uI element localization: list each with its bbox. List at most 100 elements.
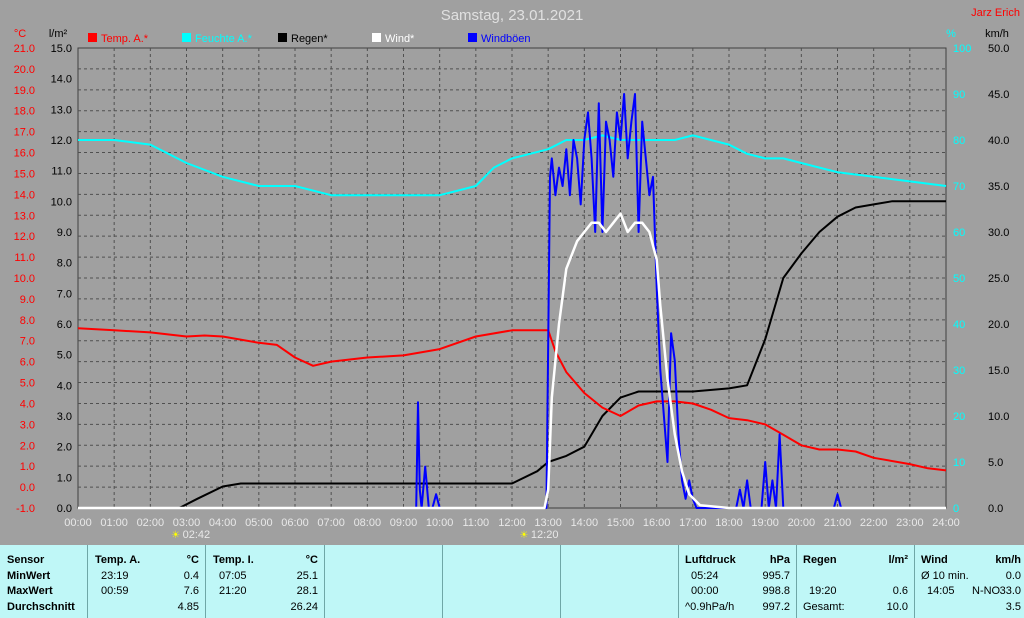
temp-tick-label: 20.0: [14, 64, 35, 76]
rain-max-time: 19:20: [809, 585, 837, 597]
humidity-tick-label: 20: [953, 411, 965, 423]
legend-label: Feuchte A.*: [195, 33, 253, 45]
row-min-label: MinWert: [7, 570, 51, 582]
unit-wind-label: km/h: [985, 28, 1009, 40]
temp-tick-label: 15.0: [14, 168, 35, 180]
x-tick-label: 16:00: [643, 517, 671, 529]
x-tick-label: 12:00: [498, 517, 526, 529]
rain-tick-label: 8.0: [57, 258, 72, 270]
temp-tick-label: 2.0: [20, 440, 35, 452]
rain-tick-label: 7.0: [57, 288, 72, 300]
temp-i-header: Temp. I.: [213, 554, 254, 566]
pressure-unit: hPa: [769, 554, 790, 566]
pressure-max-value: 998.8: [762, 585, 790, 597]
col-temp-outside: Temp. A. °C 23:19 0.4 00:59 7.6 4.85: [87, 545, 205, 618]
wind-tick-label: 10.0: [988, 411, 1009, 423]
temp-tick-label: 12.0: [14, 231, 35, 243]
x-tick-label: 11:00: [462, 517, 489, 529]
pressure-avg-value: 997.2: [762, 601, 790, 613]
x-tick-label: 17:00: [679, 517, 707, 529]
legend-swatch: [278, 33, 287, 42]
rain-tick-label: 13.0: [51, 104, 72, 116]
humidity-tick-label: 40: [953, 319, 965, 331]
rain-total-value: 10.0: [886, 601, 908, 613]
wind-tick-label: 5.0: [988, 457, 1003, 469]
col-rain: Regen l/m² 19:20 0.6 Gesamt: 10.0: [796, 545, 914, 618]
legend-label: Wind*: [385, 33, 415, 45]
temp-a-unit: °C: [186, 554, 199, 566]
sun-icon: ☀: [171, 530, 180, 541]
temp-tick-label: 18.0: [14, 106, 35, 118]
temp-a-max-value: 7.6: [183, 585, 199, 597]
humidity-tick-label: 70: [953, 181, 965, 193]
rain-tick-label: 9.0: [57, 227, 72, 239]
event-time-label: 12:20: [531, 529, 559, 541]
temp-tick-label: 1.0: [20, 461, 35, 473]
x-tick-label: 15:00: [607, 517, 635, 529]
wind-tick-label: 15.0: [988, 365, 1009, 377]
statistics-table: Sensor MinWert MaxWert Durchschnitt Temp…: [0, 545, 1024, 618]
wind-tick-label: 40.0: [988, 135, 1009, 147]
humidity-tick-label: 50: [953, 273, 965, 285]
legend-label: Regen*: [291, 33, 328, 45]
pressure-min-value: 995.7: [762, 570, 790, 582]
col-temp-inside: Temp. I. °C 07:05 25.1 21:20 28.1 26.24: [205, 545, 324, 618]
x-tick-label: 02:00: [137, 517, 165, 529]
temp-tick-label: 9.0: [20, 294, 35, 306]
pressure-max-time: 00:00: [691, 585, 719, 597]
temp-tick-label: 5.0: [20, 378, 35, 390]
x-tick-label: 19:00: [751, 517, 779, 529]
x-tick-label: 01:00: [100, 517, 128, 529]
temp-a-max-time: 00:59: [101, 585, 129, 597]
x-tick-label: 14:00: [571, 517, 599, 529]
weather-chart: -1.0 0.0 1.0 2.0 3.0 4.0 5.0 6.0 7.0 8.0 9.0 10.0 11…: [0, 0, 1024, 545]
x-tick-label: 08:00: [354, 517, 382, 529]
event-marker: ☀ 12:20: [519, 529, 558, 541]
x-tick-label: 18:00: [715, 517, 743, 529]
x-tick-label: 10:00: [426, 517, 454, 529]
temp-tick-label: 17.0: [14, 127, 35, 139]
event-time-label: 02:42: [183, 529, 211, 541]
humidity-tick-label: 90: [953, 89, 965, 101]
temp-i-min-value: 25.1: [296, 570, 318, 582]
temp-tick-label: 13.0: [14, 210, 35, 222]
rain-tick-label: 12.0: [51, 135, 72, 147]
legend-swatch: [372, 33, 381, 42]
rain-tick-label: 3.0: [57, 411, 72, 423]
col-pressure: Luftdruck hPa 05:24 995.7 00:00 998.8 ^0…: [678, 545, 796, 618]
wind-tick-label: 45.0: [988, 89, 1009, 101]
temp-a-min-value: 0.4: [183, 570, 199, 582]
x-tick-label: 00:00: [64, 517, 92, 529]
wind-tick-label: 25.0: [988, 273, 1009, 285]
rain-header: Regen: [803, 554, 837, 566]
temp-tick-label: 16.0: [14, 148, 35, 160]
humidity-tick-label: 30: [953, 365, 965, 377]
rain-tick-label: 2.0: [57, 442, 72, 454]
legend-swatch: [88, 33, 97, 42]
x-tick-label: 13:00: [534, 517, 562, 529]
x-tick-label: 05:00: [245, 517, 273, 529]
x-tick-label: 21:00: [824, 517, 852, 529]
col-wind: Wind km/h Ø 10 min. 0.0 14:05 N-NO 33.0 …: [914, 545, 1024, 618]
legend-label: Temp. A.*: [101, 33, 149, 45]
temp-tick-label: 3.0: [20, 419, 35, 431]
humidity-tick-label: 80: [953, 135, 965, 147]
wind-max-value: 33.0: [999, 585, 1021, 597]
x-tick-label: 03:00: [173, 517, 201, 529]
temp-i-max-value: 28.1: [296, 585, 318, 597]
sensor-header: Sensor: [7, 554, 45, 566]
x-tick-label: 09:00: [390, 517, 418, 529]
temp-tick-label: 4.0: [20, 398, 35, 410]
humidity-tick-label: 60: [953, 227, 965, 239]
temp-tick-label: 6.0: [20, 357, 35, 369]
wind-tick-label: 30.0: [988, 227, 1009, 239]
x-tick-label: 24:00: [932, 517, 960, 529]
temp-a-min-time: 23:19: [101, 570, 129, 582]
rain-tick-label: 1.0: [57, 472, 72, 484]
x-tick-label: 20:00: [788, 517, 816, 529]
rain-tick-label: 10.0: [51, 196, 72, 208]
temp-i-avg-value: 26.24: [290, 601, 318, 613]
humidity-tick-label: 100: [953, 43, 971, 55]
event-marker: ☀ 02:42: [171, 529, 210, 541]
rain-max-value: 0.6: [892, 585, 908, 597]
